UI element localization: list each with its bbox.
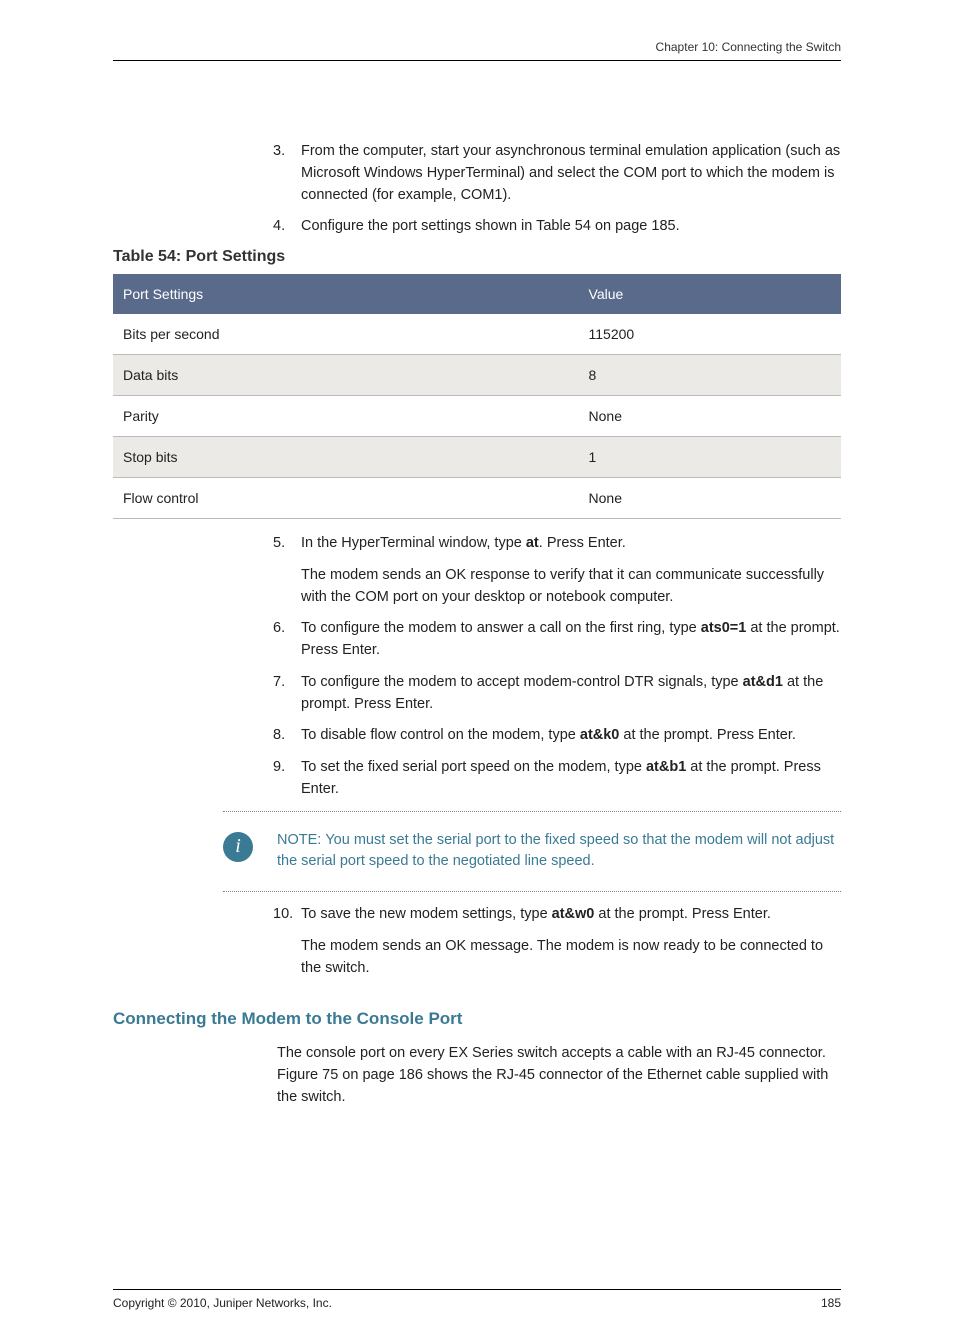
- list-item: 9. To set the fixed serial port speed on…: [113, 757, 841, 801]
- note-text: NOTE: You must set the serial port to th…: [277, 830, 841, 874]
- table-cell: 115200: [579, 314, 841, 355]
- table-cell: 8: [579, 355, 841, 396]
- table-header: Value: [579, 274, 841, 314]
- copyright-text: Copyright © 2010, Juniper Networks, Inc.: [113, 1296, 332, 1310]
- item-body: To configure the modem to accept modem-c…: [301, 672, 841, 716]
- list-item: 5. In the HyperTerminal window, type at.…: [113, 533, 841, 608]
- item-body: To disable flow control on the modem, ty…: [301, 725, 841, 747]
- ordered-list-part3: 10. To save the new modem settings, type…: [113, 904, 841, 979]
- table-cell: None: [579, 478, 841, 519]
- note-callout: i NOTE: You must set the serial port to …: [223, 811, 841, 893]
- port-settings-table: Port Settings Value Bits per second11520…: [113, 274, 841, 519]
- item-body: To configure the modem to answer a call …: [301, 618, 841, 662]
- page-number: 185: [821, 1296, 841, 1310]
- ordered-list-part2: 5. In the HyperTerminal window, type at.…: [113, 533, 841, 801]
- item-body: Configure the port settings shown in Tab…: [301, 216, 841, 238]
- item-body: In the HyperTerminal window, type at. Pr…: [301, 533, 841, 555]
- table-cell: None: [579, 396, 841, 437]
- table-cell: Parity: [113, 396, 579, 437]
- table-cell: Stop bits: [113, 437, 579, 478]
- list-item: 8. To disable flow control on the modem,…: [113, 725, 841, 747]
- ordered-list-part1: 3. From the computer, start your asynchr…: [113, 141, 841, 238]
- table-cell: Data bits: [113, 355, 579, 396]
- item-body: To set the fixed serial port speed on th…: [301, 757, 841, 801]
- list-item: 6. To configure the modem to answer a ca…: [113, 618, 841, 662]
- page-footer: Copyright © 2010, Juniper Networks, Inc.…: [113, 1289, 841, 1310]
- section-heading: Connecting the Modem to the Console Port: [113, 1009, 841, 1029]
- list-item: 4. Configure the port settings shown in …: [113, 216, 841, 238]
- list-item: 10. To save the new modem settings, type…: [113, 904, 841, 979]
- table-cell: 1: [579, 437, 841, 478]
- item-para: The modem sends an OK message. The modem…: [301, 936, 841, 980]
- item-number: 5.: [273, 533, 301, 608]
- item-number: 3.: [273, 141, 301, 206]
- item-para: The modem sends an OK response to verify…: [301, 565, 841, 609]
- table-header: Port Settings: [113, 274, 579, 314]
- info-icon: i: [223, 832, 253, 862]
- item-body: From the computer, start your asynchrono…: [301, 141, 841, 206]
- item-body: To save the new modem settings, type at&…: [301, 904, 841, 926]
- section-paragraph: The console port on every EX Series swit…: [113, 1043, 841, 1108]
- table-cell: Flow control: [113, 478, 579, 519]
- item-number: 7.: [273, 672, 301, 716]
- item-number: 8.: [273, 725, 301, 747]
- table-caption: Table 54: Port Settings: [113, 248, 841, 266]
- item-number: 9.: [273, 757, 301, 801]
- item-number: 4.: [273, 216, 301, 238]
- table-cell: Bits per second: [113, 314, 579, 355]
- list-item: 7. To configure the modem to accept mode…: [113, 672, 841, 716]
- item-number: 10.: [273, 904, 301, 979]
- page-header: Chapter 10: Connecting the Switch: [113, 40, 841, 61]
- list-item: 3. From the computer, start your asynchr…: [113, 141, 841, 206]
- item-number: 6.: [273, 618, 301, 662]
